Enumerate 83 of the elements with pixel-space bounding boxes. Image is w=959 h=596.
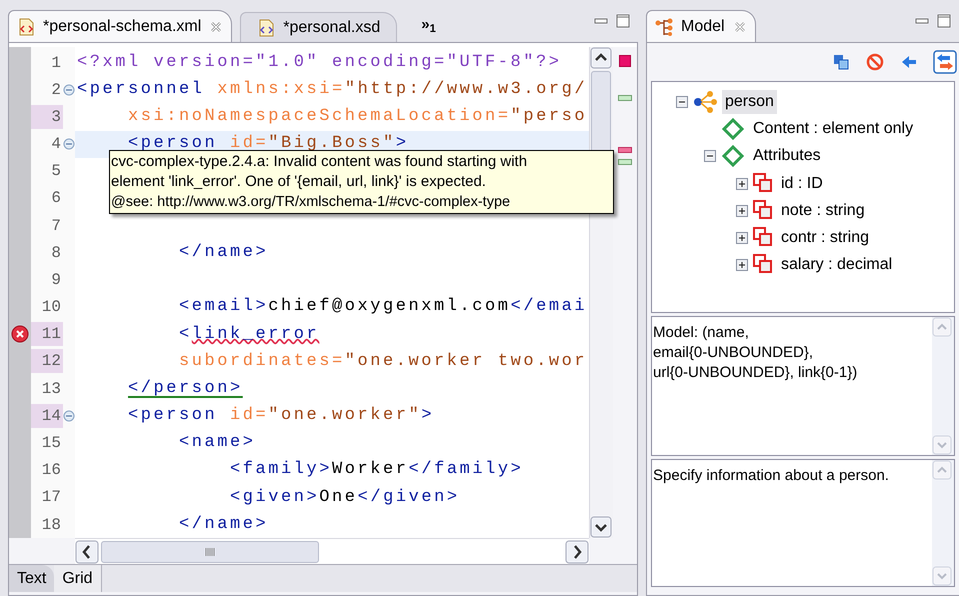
- line-number: 5: [50, 161, 62, 182]
- scroll-up-icon[interactable]: [590, 47, 612, 69]
- editor-tab[interactable]: *personal-schema.xml: [8, 10, 232, 42]
- line-number: 17: [40, 487, 62, 508]
- code-line: <?xml version="1.0" encoding="UTF-8"?>: [77, 52, 562, 74]
- scroll-left-icon[interactable]: [75, 540, 99, 564]
- no-entry-icon[interactable]: [865, 52, 885, 72]
- code-line: <email>chief@oxygenxml.com</emai: [178, 296, 588, 318]
- documentation-text: Specify information about a person.: [653, 466, 890, 486]
- code-line: <personnel xmlns:xsi="http://www.w3.org/: [77, 79, 588, 101]
- line-number: 12: [31, 349, 63, 374]
- code-line: <link_error: [178, 324, 320, 346]
- tree-item[interactable]: Content : element only: [750, 116, 916, 141]
- minimize-icon[interactable]: [594, 16, 608, 26]
- error-marker[interactable]: [618, 147, 632, 153]
- line-number: 15: [40, 432, 62, 454]
- minimize-icon[interactable]: [915, 16, 929, 26]
- tooltip-message: cvc-complex-type.2.4.a: Invalid content was found starting with element 'link_error'. One of '{email, url, link}' is expected.: [111, 152, 528, 192]
- element-icon: [692, 90, 718, 114]
- grip-icon: [205, 546, 215, 556]
- diamond-icon: [720, 116, 746, 141]
- maximize-icon[interactable]: [937, 14, 951, 28]
- view-tab[interactable]: Model: [646, 10, 756, 42]
- line-number: 2: [50, 80, 62, 101]
- horizontal-scrollbar[interactable]: [75, 538, 589, 564]
- file-icon: [257, 18, 276, 36]
- collapse-icon[interactable]: [676, 96, 688, 108]
- line-number: 13: [40, 378, 62, 400]
- tree-item[interactable]: note : string: [778, 198, 868, 223]
- tree-item[interactable]: contr : string: [778, 226, 872, 250]
- line-number: 18: [40, 514, 62, 536]
- line-number: 14: [31, 404, 63, 428]
- diamond-icon: [720, 144, 746, 168]
- scroll-down-icon[interactable]: [590, 516, 612, 538]
- line-number: 16: [40, 460, 62, 482]
- code-line: subordinates="one.worker two.wor: [178, 350, 588, 373]
- stacked-squares-icon[interactable]: [831, 52, 851, 72]
- code-line: <person id="Big.Boss">: [127, 133, 409, 155]
- code-line: <family>Worker</family>: [229, 459, 524, 482]
- maximize-icon[interactable]: [616, 14, 630, 28]
- tree-item[interactable]: person: [722, 90, 777, 114]
- overflow-tabs-button[interactable]: »$_{1}$: [421, 17, 436, 32]
- close-icon[interactable]: [732, 20, 747, 34]
- expand-icon[interactable]: [736, 259, 748, 272]
- close-icon[interactable]: [209, 20, 224, 34]
- editor-tab[interactable]: *personal.xsd: [240, 12, 398, 42]
- tree-item[interactable]: salary : decimal: [778, 253, 896, 278]
- line-number: 3: [31, 104, 63, 129]
- code-line: <name>: [178, 432, 256, 454]
- code-line: <given>One</given>: [229, 486, 460, 509]
- line-number: 8: [50, 242, 62, 264]
- code-line: </name>: [178, 514, 268, 536]
- collapse-icon[interactable]: [704, 150, 716, 162]
- expand-icon[interactable]: [736, 204, 748, 217]
- line-number: 10: [40, 297, 62, 318]
- code-line: </name>: [178, 242, 268, 264]
- view-tab[interactable]: Text: [9, 565, 54, 592]
- hierarchy-icon: [655, 18, 673, 36]
- line-number: 11: [31, 322, 63, 346]
- file-icon: [17, 18, 35, 36]
- content-model-text: email{0-UNBOUNDED},: [653, 343, 814, 363]
- code-line: <person id="one.worker">: [127, 405, 434, 428]
- annotation-marker[interactable]: [618, 159, 632, 165]
- annotation-marker[interactable]: [618, 95, 632, 101]
- sync-arrows-icon[interactable]: [933, 50, 957, 74]
- expand-icon[interactable]: [736, 232, 748, 244]
- line-number: 4: [50, 134, 62, 156]
- expand-icon[interactable]: [736, 178, 748, 190]
- code-line: </person>: [127, 378, 243, 400]
- view-tab[interactable]: Grid: [54, 565, 102, 592]
- line-number: 6: [50, 188, 62, 210]
- content-model-text: url{0-UNBOUNDED}, link{0-1}): [653, 363, 858, 383]
- error-marker[interactable]: [619, 55, 631, 67]
- tooltip-link[interactable]: @see: http://www.w3.org/TR/xmlschema-1/#cvc-complex-type: [111, 192, 612, 212]
- line-number: 7: [50, 216, 62, 237]
- content-model-text: Model: (name,: [653, 323, 750, 343]
- code-line: xsi:noNamespaceSchemaLocation="perso: [127, 106, 588, 128]
- tree-item[interactable]: id : ID: [778, 172, 826, 196]
- line-number: 9: [50, 270, 62, 291]
- scrollbar-thumb[interactable]: [101, 540, 319, 562]
- tree-item[interactable]: Attributes: [750, 144, 824, 168]
- line-number: 1: [50, 52, 62, 74]
- scroll-right-icon[interactable]: [565, 540, 589, 564]
